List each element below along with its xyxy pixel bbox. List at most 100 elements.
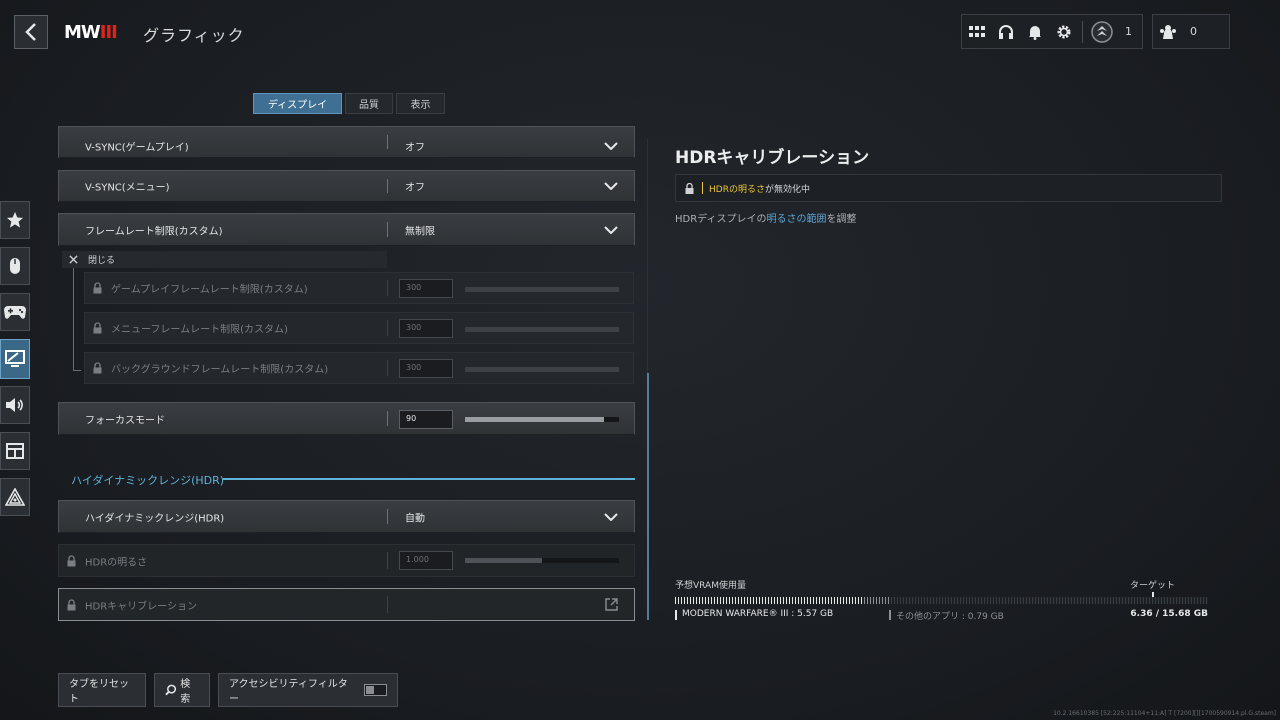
setting-label: フォーカスモード	[85, 415, 165, 426]
setting-vsync-menu[interactable]: V-SYNC(メニュー) オフ	[58, 170, 635, 202]
close-icon	[69, 255, 78, 264]
search-icon	[165, 684, 177, 696]
focus-mode-slider[interactable]	[465, 417, 619, 422]
toolbar-divider	[1082, 20, 1083, 43]
section-heading-hdr: ハイダイナミックレンジ(HDR)	[71, 474, 225, 487]
header-toolbar: 1	[961, 14, 1143, 49]
detail-title: HDRキャリブレーション	[675, 148, 870, 168]
headset-icon[interactable]	[991, 15, 1020, 48]
slider-fill	[465, 558, 542, 563]
apps-grid-icon[interactable]	[962, 15, 991, 48]
sidebar-item-controller[interactable]	[0, 293, 30, 331]
value-field: 300	[399, 359, 453, 378]
controller-icon	[4, 306, 26, 319]
setting-menu-framerate: メニューフレームレート制限(カスタム) 300	[84, 312, 634, 344]
value-field: 300	[399, 279, 453, 298]
setting-hdr-mode[interactable]: ハイダイナミックレンジ(HDR) 自動	[58, 500, 635, 533]
vram-label: 予想VRAM使用量	[675, 581, 746, 591]
section-divider	[223, 478, 635, 480]
sidebar-item-interface[interactable]	[0, 432, 30, 470]
setting-hdr-brightness: HDRの明るさ 1.000	[58, 544, 635, 577]
star-icon	[6, 211, 24, 228]
value-field: 1.000	[399, 551, 453, 570]
slider-track	[465, 327, 619, 332]
tab-display[interactable]: ディスプレイ	[253, 93, 342, 114]
bell-icon[interactable]	[1020, 15, 1049, 48]
sidebar-item-graphics[interactable]	[0, 339, 30, 379]
divider	[387, 509, 388, 524]
slider-track	[465, 287, 619, 292]
scrollbar-thumb[interactable]	[647, 373, 649, 620]
divider	[387, 596, 388, 613]
notice-text: が無効化中	[764, 184, 810, 195]
toggle-knob	[365, 686, 374, 694]
close-submenu-button[interactable]: 閉じる	[62, 251, 387, 268]
gear-icon[interactable]	[1049, 15, 1078, 48]
legend-marker	[675, 610, 677, 620]
logo-suffix: III	[99, 22, 118, 43]
vram-total: 6.36 / 15.68 GB	[1130, 609, 1208, 619]
setting-label: V-SYNC(ゲームプレイ)	[85, 142, 189, 154]
divider	[387, 320, 388, 336]
divider	[387, 360, 388, 376]
reset-tab-button[interactable]: タブをリセット	[58, 673, 146, 707]
accessibility-filter-button[interactable]: アクセシビリティフィルター	[218, 673, 398, 707]
mouse-icon	[10, 258, 20, 274]
search-label: 検索	[180, 679, 191, 705]
chevron-down-icon	[604, 512, 618, 521]
slider-track	[465, 367, 619, 372]
desc-link[interactable]: 明るさの範囲	[766, 214, 826, 225]
tab-view[interactable]: 表示	[396, 93, 445, 114]
network-icon	[5, 488, 25, 506]
divider	[387, 179, 388, 193]
notice-highlight: HDRの明るさ	[709, 184, 765, 195]
chevron-down-icon	[604, 182, 618, 190]
setting-label: V-SYNC(メニュー)	[85, 182, 170, 194]
build-info: 10.2.16610385 [52:225:11104+11:A] T [720…	[1053, 710, 1276, 717]
lock-icon	[93, 322, 102, 334]
legend-marker	[889, 610, 891, 620]
setting-value: オフ	[405, 182, 425, 194]
rank-icon[interactable]	[1087, 15, 1117, 48]
rank-count: 1	[1125, 25, 1132, 38]
speaker-icon	[6, 398, 23, 412]
game-logo: MWIII	[64, 22, 118, 43]
page-title: グラフィック	[143, 26, 245, 45]
chevron-left-icon	[25, 23, 36, 41]
value-field: 300	[399, 319, 453, 338]
chevron-down-icon	[604, 141, 618, 150]
tree-line	[73, 268, 74, 371]
setting-label: HDRの明るさ	[85, 557, 148, 568]
vram-game-fill	[675, 597, 865, 604]
setting-hdr-calibration[interactable]: HDRキャリブレーション	[58, 588, 635, 621]
setting-framerate-limit[interactable]: フレームレート制限(カスタム) 無制限	[58, 213, 635, 246]
back-button[interactable]	[14, 15, 48, 49]
setting-focus-mode[interactable]: フォーカスモード 90	[58, 402, 635, 435]
lock-icon	[685, 182, 694, 194]
sidebar-item-mouse[interactable]	[0, 247, 30, 285]
setting-value: 自動	[405, 513, 425, 524]
divider	[387, 280, 388, 296]
vram-target-label: ターゲット	[1130, 581, 1176, 591]
setting-vsync-gameplay[interactable]: V-SYNC(ゲームプレイ) オフ	[58, 126, 635, 158]
search-button[interactable]: 検索	[154, 673, 210, 707]
sidebar-item-favorites[interactable]	[0, 201, 30, 239]
setting-label: メニューフレームレート制限(カスタム)	[111, 324, 288, 336]
focus-mode-value-field[interactable]: 90	[399, 410, 453, 429]
interface-icon	[6, 443, 24, 459]
setting-label: バックグラウンドフレームレート制限(カスタム)	[111, 364, 329, 376]
party-icon	[1153, 15, 1182, 48]
lock-icon	[93, 282, 102, 294]
detail-notice: HDRの明るさ が無効化中	[675, 174, 1222, 202]
sidebar-item-audio[interactable]	[0, 386, 30, 424]
notice-accent	[702, 182, 703, 194]
slider-fill	[465, 417, 604, 422]
tree-line	[73, 370, 81, 371]
party-box[interactable]: 0	[1152, 14, 1230, 49]
divider	[387, 411, 388, 426]
accessibility-filter-toggle[interactable]	[363, 684, 387, 696]
vram-game-usage: MODERN WARFARE® III : 5.57 GB	[682, 609, 834, 619]
accessibility-filter-label: アクセシビリティフィルター	[229, 679, 348, 705]
sidebar-item-network[interactable]	[0, 478, 30, 516]
tab-quality[interactable]: 品質	[345, 93, 393, 114]
